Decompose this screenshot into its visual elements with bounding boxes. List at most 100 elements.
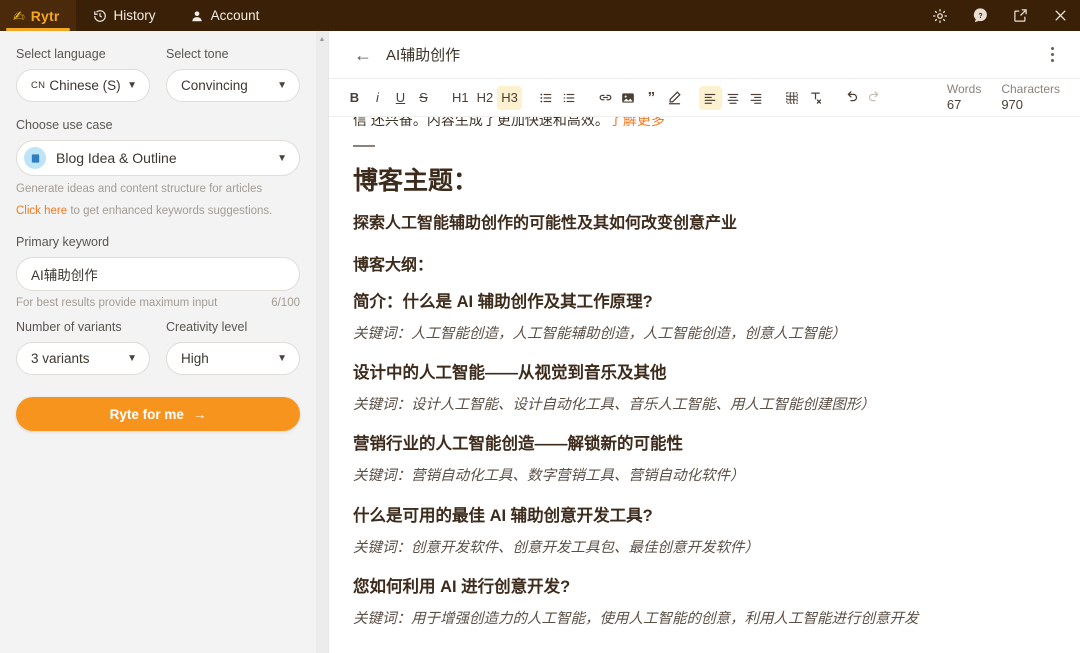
document-content[interactable]: 信 还兴奋。内容生成了更加快速和高效。了解更多 博客主题： 探索人工智能辅助创作… bbox=[329, 117, 1080, 653]
top-navigation-bar: ✍ Rytr History Account ? bbox=[0, 0, 1080, 31]
kebab-menu-icon[interactable] bbox=[1040, 47, 1064, 62]
heading-3-button[interactable]: H3 bbox=[497, 86, 522, 110]
brand-logo[interactable]: ✍ Rytr bbox=[0, 0, 76, 31]
section-keywords: 关键词：人工智能创造，人工智能辅助创造，人工智能创造，创意人工智能） bbox=[353, 324, 1056, 344]
language-field: Select language CN Chinese (S) ▼ bbox=[16, 47, 150, 102]
variants-label: Number of variants bbox=[16, 320, 150, 335]
clipped-line-link[interactable]: 了解更多 bbox=[609, 117, 665, 130]
nav-item-account-label: Account bbox=[211, 8, 260, 23]
italic-button[interactable]: i bbox=[366, 86, 389, 110]
primary-keyword-input[interactable] bbox=[31, 267, 287, 282]
editor-header: ← AI辅助创作 bbox=[329, 31, 1080, 79]
section-keywords: 关键词：用于增强创造力的人工智能，使用人工智能的创意，利用人工智能进行创意开发 bbox=[353, 609, 1056, 629]
variants-field: Number of variants 3 variants ▼ bbox=[16, 320, 150, 375]
image-button[interactable] bbox=[617, 86, 640, 110]
heading-1-button[interactable]: H1 bbox=[448, 86, 473, 110]
blog-outline-heading: 博客大纲： bbox=[353, 251, 1056, 275]
document-title: AI辅助创作 bbox=[386, 44, 1040, 65]
use-case-select[interactable]: Blog Idea & Outline ▼ bbox=[16, 140, 300, 176]
svg-text:?: ? bbox=[978, 12, 982, 20]
chevron-down-icon: ▼ bbox=[127, 80, 137, 91]
tone-field: Select tone Convincing ▼ bbox=[166, 47, 300, 102]
spacer bbox=[16, 102, 300, 118]
tone-value: Convincing bbox=[181, 78, 271, 93]
external-link-icon[interactable] bbox=[1000, 0, 1040, 31]
formatting-toolbar: B i U S H1 H2 H3 bbox=[329, 79, 1080, 117]
history-icon bbox=[93, 9, 107, 23]
numbered-list-button[interactable] bbox=[558, 86, 581, 110]
variants-value: 3 variants bbox=[31, 351, 121, 366]
document-icon bbox=[24, 147, 46, 169]
brand-name: Rytr bbox=[31, 8, 60, 24]
word-counter: Words 67 bbox=[937, 82, 991, 113]
language-select[interactable]: CN Chinese (S) ▼ bbox=[16, 69, 150, 102]
scroll-up-icon[interactable]: ▲ bbox=[317, 34, 327, 44]
variants-select[interactable]: 3 variants ▼ bbox=[16, 342, 150, 375]
align-right-button[interactable] bbox=[745, 86, 768, 110]
chevron-down-icon: ▼ bbox=[277, 153, 287, 164]
strikethrough-button[interactable]: S bbox=[412, 86, 435, 110]
creativity-label: Creativity level bbox=[166, 320, 300, 335]
variants-creativity-row: Number of variants 3 variants ▼ Creativi… bbox=[16, 320, 300, 375]
ryte-for-me-button[interactable]: Ryte for me → bbox=[16, 397, 300, 431]
back-arrow-icon[interactable]: ← bbox=[354, 46, 372, 64]
chevron-down-icon: ▼ bbox=[277, 80, 287, 91]
heading-2-button[interactable]: H2 bbox=[473, 86, 498, 110]
use-case-label: Choose use case bbox=[16, 118, 300, 133]
section-keywords: 关键词：设计人工智能、设计自动化工具、音乐人工智能、用人工智能创建图形） bbox=[353, 395, 1056, 415]
nav-item-history[interactable]: History bbox=[76, 0, 173, 31]
words-value: 67 bbox=[947, 97, 981, 113]
help-icon[interactable]: ? bbox=[960, 0, 1000, 31]
clipped-line-text: 信 还兴奋。内容生成了更加快速和高效。 bbox=[353, 117, 609, 130]
chevron-down-icon: ▼ bbox=[277, 353, 287, 364]
use-case-value: Blog Idea & Outline bbox=[56, 150, 261, 166]
section-heading: 什么是可用的最佳 AI 辅助创意开发工具? bbox=[353, 505, 1056, 528]
keyword-suggestion-hint: Click here to get enhanced keywords sugg… bbox=[16, 204, 300, 220]
section-heading: 简介：什么是 AI 辅助创作及其工作原理? bbox=[353, 291, 1056, 314]
editor-panel: ← AI辅助创作 B i U S H1 H2 H3 bbox=[329, 31, 1080, 653]
creativity-select[interactable]: High ▼ bbox=[166, 342, 300, 375]
characters-value: 970 bbox=[1001, 97, 1060, 113]
align-center-button[interactable] bbox=[722, 86, 745, 110]
character-counter: Characters 970 bbox=[991, 82, 1070, 113]
creativity-value: High bbox=[181, 351, 271, 366]
tone-select[interactable]: Convincing ▼ bbox=[166, 69, 300, 102]
use-case-description: Generate ideas and content structure for… bbox=[16, 182, 300, 198]
sidebar-scrollbar[interactable]: ▲ bbox=[316, 31, 328, 653]
nav-item-history-label: History bbox=[114, 8, 156, 23]
arrow-right-icon: → bbox=[193, 407, 207, 422]
underline-button[interactable]: U bbox=[389, 86, 412, 110]
table-button[interactable] bbox=[781, 86, 804, 110]
primary-keyword-input-wrap[interactable] bbox=[16, 257, 300, 291]
brightness-icon[interactable] bbox=[920, 0, 960, 31]
link-button[interactable] bbox=[594, 86, 617, 110]
redo-button[interactable] bbox=[863, 86, 886, 110]
horizontal-rule bbox=[353, 145, 375, 147]
creativity-field: Creativity level High ▼ bbox=[166, 320, 300, 375]
clipped-scrolled-line: 信 还兴奋。内容生成了更加快速和高效。了解更多 bbox=[353, 117, 1056, 131]
characters-label: Characters bbox=[1001, 82, 1060, 97]
quote-button[interactable]: ” bbox=[640, 86, 663, 110]
primary-keyword-meta: For best results provide maximum input 6… bbox=[16, 297, 300, 309]
ryte-for-me-label: Ryte for me bbox=[110, 407, 184, 422]
bulleted-list-button[interactable] bbox=[535, 86, 558, 110]
section-heading: 设计中的人工智能——从视觉到音乐及其他 bbox=[353, 362, 1056, 385]
align-left-button[interactable] bbox=[699, 86, 722, 110]
undo-button[interactable] bbox=[840, 86, 863, 110]
hint-rest-text: to get enhanced keywords suggestions. bbox=[67, 205, 272, 217]
bold-button[interactable]: B bbox=[343, 86, 366, 110]
nav-item-account[interactable]: Account bbox=[173, 0, 277, 31]
clear-format-button[interactable] bbox=[804, 86, 827, 110]
section-heading: 您如何利用 AI 进行创意开发? bbox=[353, 576, 1056, 599]
blog-topic-heading: 博客主题： bbox=[353, 161, 1056, 197]
section-heading: 营销行业的人工智能创造——解锁新的可能性 bbox=[353, 433, 1056, 456]
language-label: Select language bbox=[16, 47, 150, 62]
click-here-link[interactable]: Click here bbox=[16, 205, 67, 217]
close-icon[interactable] bbox=[1040, 0, 1080, 31]
pen-icon[interactable] bbox=[663, 86, 686, 110]
spacer bbox=[16, 219, 300, 235]
section-keywords: 关键词：营销自动化工具、数字营销工具、营销自动化软件） bbox=[353, 466, 1056, 486]
writing-hand-icon: ✍ bbox=[13, 9, 25, 23]
chevron-down-icon: ▼ bbox=[127, 353, 137, 364]
primary-keyword-label: Primary keyword bbox=[16, 235, 300, 250]
